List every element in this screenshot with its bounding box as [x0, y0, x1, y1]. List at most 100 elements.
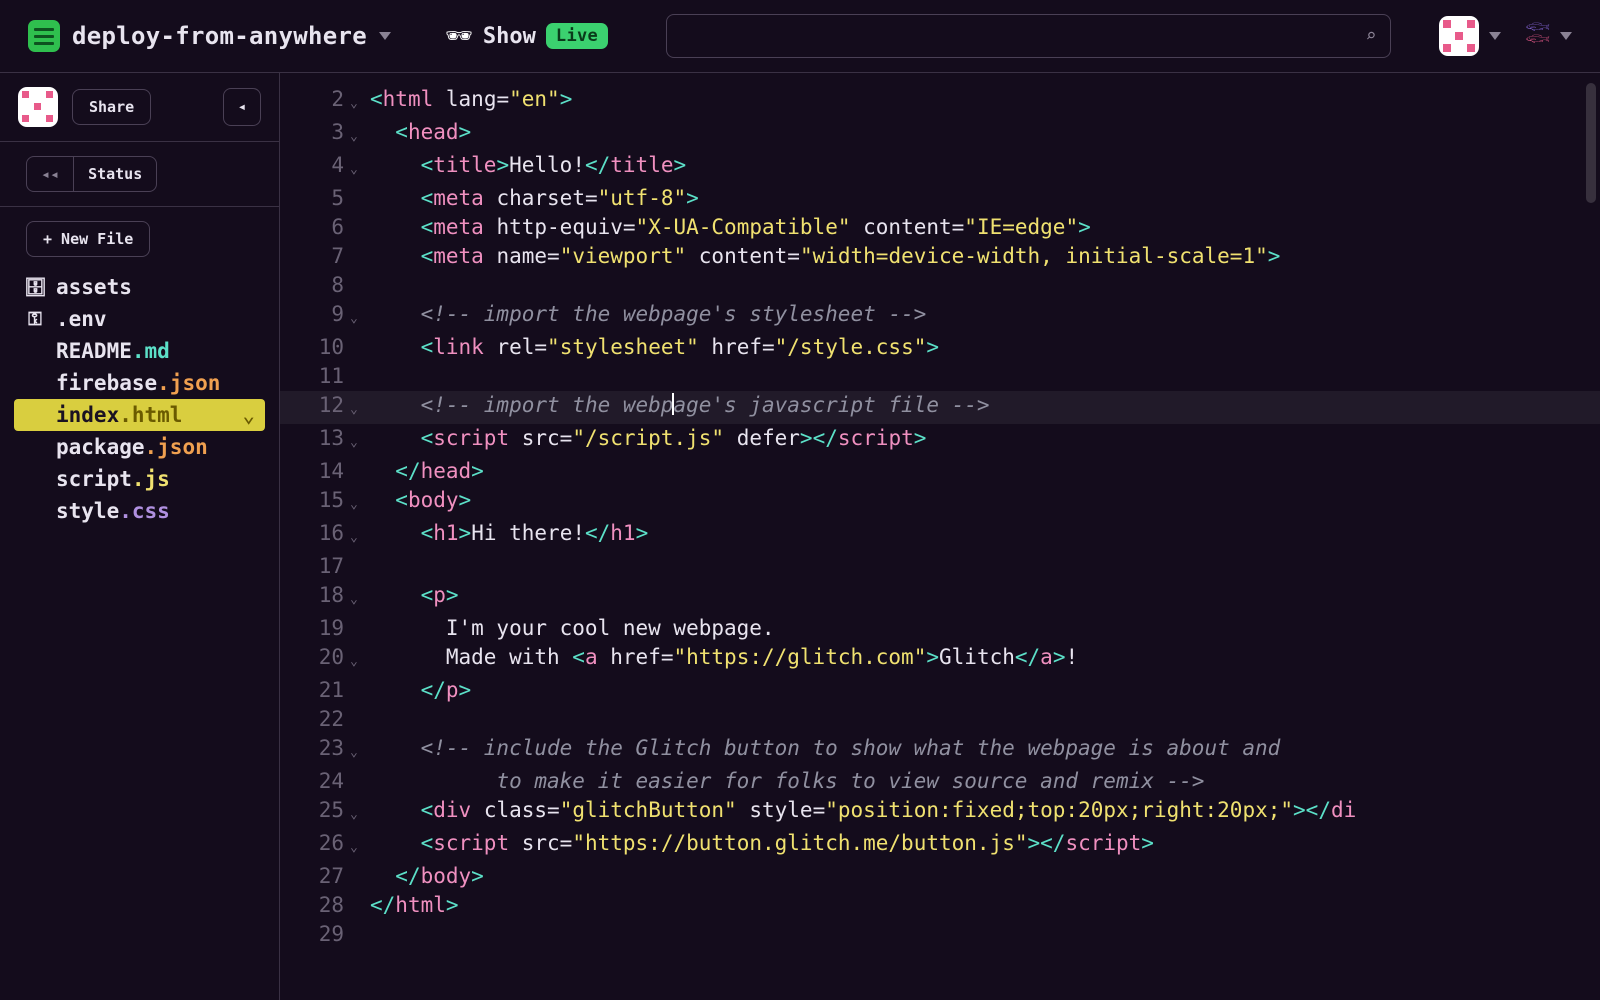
user-avatar-icon[interactable]: [18, 87, 58, 127]
code-line[interactable]: 16⌄ <h1>Hi there!</h1>: [280, 519, 1600, 552]
line-number: 27: [280, 862, 350, 891]
file-item[interactable]: firebase.json: [14, 367, 265, 399]
fold-toggle-icon[interactable]: ⌄: [350, 519, 364, 552]
code-line[interactable]: 10 <link rel="stylesheet" href="/style.c…: [280, 333, 1600, 362]
fold-toggle-icon[interactable]: ⌄: [350, 734, 364, 767]
code-editor[interactable]: 2⌄<html lang="en">3⌄ <head>4⌄ <title>Hel…: [280, 73, 1600, 1000]
team-menu[interactable]: 𓆟𓆟: [1519, 20, 1572, 52]
fold-toggle-icon[interactable]: ⌄: [350, 581, 364, 614]
share-button[interactable]: Share: [72, 89, 151, 125]
line-number: 12: [280, 391, 350, 424]
code-content: <h1>Hi there!</h1>: [364, 519, 648, 552]
code-line[interactable]: 2⌄<html lang="en">: [280, 85, 1600, 118]
code-content: [364, 920, 370, 949]
scrollbar-vertical[interactable]: [1586, 83, 1596, 203]
code-content: <p>: [364, 581, 459, 614]
fold-toggle-icon[interactable]: ⌄: [350, 424, 364, 457]
code-line[interactable]: 8: [280, 271, 1600, 300]
line-number: 22: [280, 705, 350, 734]
file-name: index.html: [56, 403, 182, 427]
code-line[interactable]: 24 to make it easier for folks to view s…: [280, 767, 1600, 796]
code-line[interactable]: 19 I'm your cool new webpage.: [280, 614, 1600, 643]
line-number: 24: [280, 767, 350, 796]
code-line[interactable]: 23⌄ <!-- include the Glitch button to sh…: [280, 734, 1600, 767]
code-line[interactable]: 5 <meta charset="utf-8">: [280, 184, 1600, 213]
code-line[interactable]: 21 </p>: [280, 676, 1600, 705]
code-line[interactable]: 25⌄ <div class="glitchButton" style="pos…: [280, 796, 1600, 829]
code-line[interactable]: 26⌄ <script src="https://button.glitch.m…: [280, 829, 1600, 862]
key-icon: ⚿: [24, 309, 46, 330]
fold-toggle-icon[interactable]: ⌄: [350, 85, 364, 118]
account-menu[interactable]: [1439, 16, 1501, 56]
file-item[interactable]: ⚿.env: [14, 303, 265, 335]
code-line[interactable]: 12⌄ <!-- import the webpage's javascript…: [280, 391, 1600, 424]
code-content: Made with <a href="https://glitch.com">G…: [364, 643, 1078, 676]
code-line[interactable]: 6 <meta http-equiv="X-UA-Compatible" con…: [280, 213, 1600, 242]
file-item[interactable]: index.html⌄: [14, 399, 265, 431]
live-badge: Live: [546, 23, 608, 49]
line-number: 25: [280, 796, 350, 829]
sidebar: Share ◂ ◂◂ Status + New File 🗄assets⚿.en…: [0, 73, 280, 1000]
new-file-button[interactable]: + New File: [26, 221, 150, 257]
code-line[interactable]: 9⌄ <!-- import the webpage's stylesheet …: [280, 300, 1600, 333]
code-line[interactable]: 14 </head>: [280, 457, 1600, 486]
code-line[interactable]: 22: [280, 705, 1600, 734]
fold-toggle-icon[interactable]: ⌄: [350, 118, 364, 151]
fold-toggle-icon[interactable]: ⌄: [350, 643, 364, 676]
file-item[interactable]: package.json: [14, 431, 265, 463]
fold-toggle-icon: [350, 614, 364, 643]
rewind-button[interactable]: ◂◂: [27, 157, 73, 191]
status-button[interactable]: Status: [74, 157, 156, 191]
fold-toggle-icon[interactable]: ⌄: [350, 796, 364, 829]
file-item[interactable]: 🗄assets: [14, 271, 265, 303]
file-name: script.js: [56, 467, 170, 491]
file-item[interactable]: script.js: [14, 463, 265, 495]
code-line[interactable]: 27 </body>: [280, 862, 1600, 891]
fold-toggle-icon: [350, 676, 364, 705]
code-content: </body>: [364, 862, 484, 891]
fold-toggle-icon: [350, 891, 364, 920]
line-number: 17: [280, 552, 350, 581]
search-input[interactable]: [667, 15, 1346, 57]
code-line[interactable]: 13⌄ <script src="/script.js" defer></scr…: [280, 424, 1600, 457]
project-menu[interactable]: deploy-from-anywhere: [28, 20, 391, 52]
file-item[interactable]: style.css: [14, 495, 265, 527]
fold-toggle-icon[interactable]: ⌄: [350, 151, 364, 184]
code-line[interactable]: 29: [280, 920, 1600, 949]
fold-toggle-icon[interactable]: ⌄: [350, 486, 364, 519]
line-number: 2: [280, 85, 350, 118]
search-icon: ⌕: [1365, 26, 1376, 47]
code-line[interactable]: 28</html>: [280, 891, 1600, 920]
code-content: <body>: [364, 486, 471, 519]
code-content: <div class="glitchButton" style="positio…: [364, 796, 1356, 829]
line-number: 11: [280, 362, 350, 391]
code-line[interactable]: 11: [280, 362, 1600, 391]
fold-toggle-icon[interactable]: ⌄: [350, 300, 364, 333]
search-input-wrap[interactable]: ⌕: [666, 14, 1391, 58]
code-content: <meta http-equiv="X-UA-Compatible" conte…: [364, 213, 1091, 242]
fish-icon: 𓆟𓆟: [1525, 20, 1550, 52]
code-line[interactable]: 18⌄ <p>: [280, 581, 1600, 614]
code-line[interactable]: 7 <meta name="viewport" content="width=d…: [280, 242, 1600, 271]
code-content: [364, 271, 370, 300]
line-number: 21: [280, 676, 350, 705]
caret-left-icon: ◂: [238, 99, 246, 115]
chevron-down-icon: [1489, 32, 1501, 40]
code-line[interactable]: 20⌄ Made with <a href="https://glitch.co…: [280, 643, 1600, 676]
project-logo-icon: [28, 20, 60, 52]
fold-toggle-icon[interactable]: ⌄: [350, 829, 364, 862]
line-number: 6: [280, 213, 350, 242]
code-line[interactable]: 17: [280, 552, 1600, 581]
file-name: README.md: [56, 339, 170, 363]
code-line[interactable]: 4⌄ <title>Hello!</title>: [280, 151, 1600, 184]
file-list: 🗄assets⚿.envREADME.mdfirebase.jsonindex.…: [18, 271, 261, 527]
collapse-sidebar-button[interactable]: ◂: [223, 88, 261, 126]
show-button[interactable]: 🕶 Show Live: [445, 23, 608, 49]
file-item[interactable]: README.md: [14, 335, 265, 367]
code-line[interactable]: 3⌄ <head>: [280, 118, 1600, 151]
code-line[interactable]: 15⌄ <body>: [280, 486, 1600, 519]
fold-toggle-icon[interactable]: ⌄: [350, 391, 364, 424]
code-content: </head>: [364, 457, 484, 486]
code-content: <html lang="en">: [364, 85, 572, 118]
code-content: <meta charset="utf-8">: [364, 184, 699, 213]
